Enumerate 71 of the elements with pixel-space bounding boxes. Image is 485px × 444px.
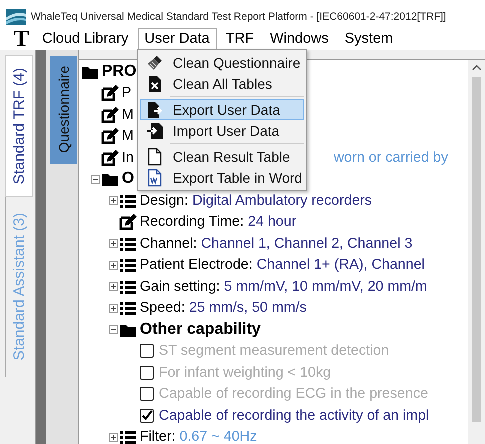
menu-item[interactable]: Windows	[263, 28, 336, 50]
window-title: WhaleTeq Universal Medical Standard Test Report Platform - [IEC60601-2-47:2012[TRF]]	[31, 11, 446, 23]
edit-icon	[101, 106, 119, 124]
import-icon	[147, 122, 163, 138]
list-icon	[119, 257, 137, 274]
questionnaire-tab[interactable]: Questionnaire	[50, 56, 77, 164]
list-icon	[119, 300, 137, 316]
expander-toggle[interactable]	[108, 196, 118, 206]
node-value: Channel 1, Channel 2, Channel 3	[201, 236, 413, 252]
expander-toggle[interactable]	[108, 260, 118, 270]
expander-toggle[interactable]	[108, 304, 118, 313]
node-value: 5 mm/mV, 10 mm/mV, 20 mm/m	[224, 278, 428, 295]
edit-icon	[101, 127, 119, 146]
node-value: 0.67 ~ 40Hz	[180, 429, 258, 444]
menu-item[interactable]: User Data	[138, 28, 217, 50]
node-label: P	[122, 85, 132, 102]
option-label: ST segment measurement detection	[159, 343, 390, 360]
option-label: For infant weighting < 10kg	[159, 364, 332, 381]
node-value: Digital Ambulatory recorders	[192, 192, 372, 209]
menu-item[interactable]: TRF	[218, 28, 262, 50]
menu-option[interactable]: Export Table in Word	[140, 167, 304, 188]
app-logo[interactable]: T	[0, 28, 36, 50]
menu-option[interactable]: Export User Data	[140, 99, 304, 120]
expander-toggle[interactable]	[90, 174, 100, 184]
export-icon	[147, 102, 163, 118]
option-label: Capable of recording the activity of an impl	[159, 408, 430, 424]
app-logo-icon	[6, 9, 26, 25]
scroll-up-icon[interactable]	[472, 65, 482, 71]
node-label: PRO	[102, 62, 137, 81]
menu-item[interactable]: System	[338, 28, 400, 50]
menu-item[interactable]: Cloud Library	[35, 28, 136, 50]
expander-toggle[interactable]	[108, 239, 118, 248]
node-label: In	[122, 150, 134, 166]
document-icon	[148, 148, 162, 166]
checkbox[interactable]	[140, 408, 154, 423]
node-value: worn or carried by	[334, 150, 448, 166]
list-icon	[119, 192, 137, 209]
node-value: 24 hour	[248, 214, 297, 230]
node-label: Design:	[140, 192, 188, 209]
list-icon	[119, 429, 137, 444]
expander-toggle[interactable]	[108, 325, 118, 334]
node-label: Speed:	[140, 300, 186, 316]
document-x-icon	[148, 76, 162, 92]
expander-toggle[interactable]	[108, 432, 118, 442]
side-tab[interactable]: Standard TRF (4)	[5, 55, 33, 197]
node-label: Gain setting:	[140, 278, 220, 295]
scrollbar-thumb[interactable]	[472, 77, 481, 422]
list-icon	[119, 236, 137, 252]
node-label: Other capability	[140, 320, 261, 339]
node-label: Recording Time:	[140, 214, 244, 230]
menu-option[interactable]: Clean All Tables	[140, 73, 304, 94]
menu-option[interactable]: Clean Result Table	[140, 146, 304, 167]
list-icon	[119, 278, 137, 295]
menu-option[interactable]: Import User Data	[140, 120, 304, 141]
edit-icon	[101, 148, 119, 167]
node-label: M	[122, 128, 134, 144]
expander-toggle[interactable]	[108, 282, 118, 292]
node-value: Channel 1+ (RA), Channel	[256, 257, 425, 274]
folder-icon	[101, 171, 119, 188]
node-value: 25 mm/s, 50 mm/s	[189, 300, 307, 316]
node-label: Filter:	[140, 429, 176, 444]
node-label: M	[122, 106, 134, 123]
word-document-icon	[148, 168, 162, 186]
node-label: Patient Electrode:	[140, 257, 253, 274]
menu-option[interactable]: Clean Questionnaire	[140, 52, 304, 73]
edit-icon	[101, 84, 119, 102]
option-label: Capable of recording ECG in the presence	[159, 386, 428, 402]
edit-icon	[119, 213, 137, 232]
node-label: Channel:	[140, 236, 198, 252]
node-label: O	[122, 170, 134, 188]
brush-icon	[147, 54, 163, 70]
